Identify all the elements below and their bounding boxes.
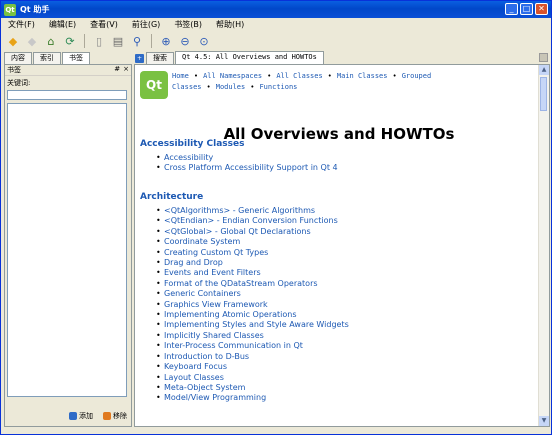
doc-link[interactable]: <QtAlgorithms> - Generic Algorithms — [156, 206, 349, 217]
toolbar-separator — [84, 34, 85, 48]
menu-bar: 文件(F) 编辑(E) 查看(V) 前往(G) 书签(B) 帮助(H) — [1, 18, 551, 30]
toolbar-separator — [151, 34, 152, 48]
nav-link[interactable]: Modules — [216, 83, 246, 91]
doc-link[interactable]: Graphics View Framework — [156, 300, 349, 311]
new-tab-icon[interactable]: + — [135, 54, 144, 63]
zoom-in-icon[interactable]: ⊕ — [158, 33, 174, 49]
remove-icon — [103, 412, 111, 420]
add-bookmark-button[interactable]: 添加 — [69, 411, 93, 421]
zoom-out-icon[interactable]: ⊖ — [177, 33, 193, 49]
qt-app-icon: Qt — [4, 3, 16, 16]
doc-link[interactable]: Introduction to D-Bus — [156, 352, 349, 363]
section-heading: Accessibility Classes — [140, 139, 245, 149]
link-list: <QtAlgorithms> - Generic Algorithms<QtEn… — [156, 206, 349, 404]
add-icon — [69, 412, 77, 420]
nav-link[interactable]: All Classes — [276, 72, 322, 80]
back-icon[interactable]: ◆ — [5, 33, 21, 49]
copy-icon[interactable]: ▯ — [91, 33, 107, 49]
nav-link[interactable]: Functions — [259, 83, 297, 91]
zoom-reset-icon[interactable]: ⊙ — [196, 33, 212, 49]
content-tabs: + 搜索 Qt 4.5: All Overviews and HOWTOs — [134, 51, 550, 64]
link-list: AccessibilityCross Platform Accessibilit… — [156, 153, 338, 174]
doc-link[interactable]: Implicitly Shared Classes — [156, 331, 349, 342]
doc-link[interactable]: Meta-Object System — [156, 383, 349, 394]
doc-link[interactable]: <QtGlobal> - Global Qt Declarations — [156, 227, 349, 238]
scroll-up-icon[interactable]: ▲ — [539, 65, 549, 75]
assistant-window: Qt Qt 助手 _ □ ✕ 文件(F) 编辑(E) 查看(V) 前往(G) 书签(B)… — [0, 0, 552, 435]
title-bar[interactable]: Qt Qt 助手 _ □ ✕ — [1, 1, 551, 18]
add-label: 添加 — [79, 412, 93, 420]
find-icon[interactable]: ⚲ — [129, 33, 145, 49]
dock-float-button[interactable]: # — [114, 65, 120, 75]
home-icon[interactable]: ⌂ — [43, 33, 59, 49]
nav-separator: • — [392, 72, 397, 80]
nav-link[interactable]: Home — [172, 72, 189, 80]
toolbar: ◆ ◆ ⌂ ⟳ ▯ ▤ ⚲ ⊕ ⊖ ⊙ — [1, 31, 552, 51]
breadcrumb-nav: Home • All Namespaces • All Classes • Main Cla… — [172, 71, 532, 93]
doc-link[interactable]: Generic Containers — [156, 289, 349, 300]
close-tab-button[interactable] — [539, 53, 548, 62]
dock-close-button[interactable]: × — [123, 65, 129, 75]
keyword-label: 关键词: — [7, 79, 31, 87]
doc-link[interactable]: Coordinate System — [156, 237, 349, 248]
content-tab[interactable]: 搜索 — [146, 52, 174, 64]
maximize-button[interactable]: □ — [520, 3, 533, 15]
qt-logo: Qt — [140, 71, 168, 99]
doc-link[interactable]: Implementing Atomic Operations — [156, 310, 349, 321]
menu-item[interactable]: 查看(V) — [83, 19, 125, 30]
window-title: Qt 助手 — [20, 5, 50, 14]
nav-separator: • — [206, 83, 211, 91]
keyword-input[interactable] — [7, 90, 127, 100]
close-button[interactable]: ✕ — [535, 3, 548, 15]
menu-item[interactable]: 文件(F) — [1, 19, 42, 30]
scroll-thumb[interactable] — [540, 77, 547, 111]
menu-item[interactable]: 编辑(E) — [42, 19, 83, 30]
nav-separator: • — [250, 83, 255, 91]
doc-link[interactable]: Creating Custom Qt Types — [156, 248, 349, 259]
help-browser: Qt Home • All Namespaces • All Classes • Main … — [134, 64, 550, 427]
menu-item[interactable]: 帮助(H) — [209, 19, 251, 30]
doc-link[interactable]: Drag and Drop — [156, 258, 349, 269]
left-panel: 内容 索引 书签 书签 # × 关键词: 添加 移除 — [4, 52, 132, 427]
menu-item[interactable]: 书签(B) — [167, 19, 209, 30]
doc-link[interactable]: Keyboard Focus — [156, 362, 349, 373]
remove-bookmark-button[interactable]: 移除 — [103, 411, 127, 421]
menu-item[interactable]: 前往(G) — [125, 19, 167, 30]
nav-separator: • — [267, 72, 272, 80]
doc-link[interactable]: Inter-Process Communication in Qt — [156, 341, 349, 352]
doc-link[interactable]: Events and Event Filters — [156, 268, 349, 279]
nav-separator: • — [327, 72, 332, 80]
doc-link[interactable]: Format of the QDataStream Operators — [156, 279, 349, 290]
doc-link[interactable]: Cross Platform Accessibility Support in … — [156, 163, 338, 174]
section-heading: Architecture — [140, 192, 204, 202]
print-icon[interactable]: ▤ — [110, 33, 126, 49]
nav-separator: • — [193, 72, 199, 80]
content-tab[interactable]: Qt 4.5: All Overviews and HOWTOs — [175, 51, 324, 64]
left-tab[interactable]: 内容 — [4, 52, 32, 64]
doc-link[interactable]: Implementing Styles and Style Aware Widg… — [156, 320, 349, 331]
doc-link[interactable]: Model/View Programming — [156, 393, 349, 404]
nav-link[interactable]: All Namespaces — [203, 72, 262, 80]
dock-title: 书签 — [7, 66, 21, 74]
bookmark-list[interactable] — [7, 103, 127, 397]
forward-icon[interactable]: ◆ — [24, 33, 40, 49]
doc-link[interactable]: <QtEndian> - Endian Conversion Functions — [156, 216, 349, 227]
vertical-scrollbar[interactable]: ▲ ▼ — [538, 65, 549, 426]
sync-toc-icon[interactable]: ⟳ — [62, 33, 78, 49]
left-tabs: 内容 索引 书签 — [4, 52, 91, 65]
left-tab[interactable]: 索引 — [33, 52, 61, 64]
doc-link[interactable]: Accessibility — [156, 153, 338, 164]
remove-label: 移除 — [113, 412, 127, 420]
bookmarks-dock: 书签 # × 关键词: 添加 移除 — [4, 64, 132, 427]
scroll-down-icon[interactable]: ▼ — [539, 416, 549, 426]
minimize-button[interactable]: _ — [505, 3, 518, 15]
right-panel: + 搜索 Qt 4.5: All Overviews and HOWTOs Qt … — [134, 51, 550, 427]
doc-link[interactable]: Layout Classes — [156, 373, 349, 384]
nav-link[interactable]: Main Classes — [337, 72, 388, 80]
